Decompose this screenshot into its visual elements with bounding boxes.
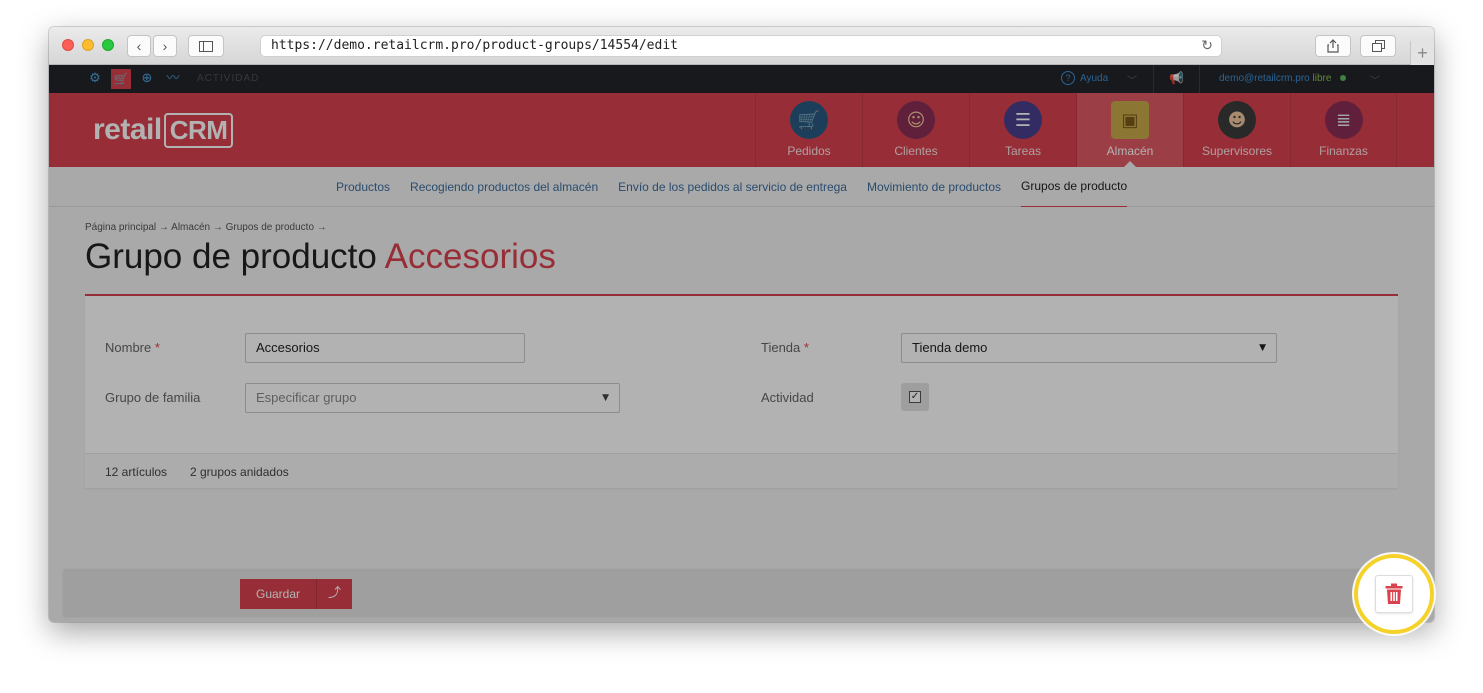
save-button-group: Guardar ⤴ (240, 579, 352, 609)
articles-count[interactable]: 12 artículos (105, 465, 167, 479)
action-bar: Guardar ⤴ (64, 571, 1384, 617)
browser-toolbar: ‹ › https://demo.retailcrm.pro/product-g… (49, 27, 1434, 65)
chevron-down-icon[interactable]: ﹀ (1127, 72, 1137, 87)
chevron-right-icon: › (162, 38, 168, 54)
activity-link[interactable]: ACTIVIDAD (197, 73, 259, 84)
finance-icon: ≣ (1324, 101, 1363, 139)
sidebar-icon (199, 40, 213, 52)
nested-groups-count[interactable]: 2 grupos anidados (190, 465, 289, 479)
family-group-select[interactable]: Especificar grupo ▼ (245, 383, 620, 413)
group-form-panel: Nombre * Accesorios Grupo de familia Esp… (85, 296, 1398, 488)
megaphone-icon[interactable]: 📢 (1169, 71, 1184, 85)
delete-highlight-ring (1354, 554, 1434, 634)
nav-item-supervisores[interactable]: ☻ Supervisores (1183, 93, 1290, 167)
caret-down-icon: ▼ (1259, 343, 1266, 353)
close-window-button[interactable] (62, 39, 74, 51)
activity-checkbox-wrap[interactable]: ✓ (901, 383, 929, 411)
target-icon[interactable]: ⊕ (139, 71, 155, 87)
subnav-envio[interactable]: Envío de los pedidos al servicio de entr… (618, 167, 847, 207)
subnav-recogiendo[interactable]: Recogiendo productos del almacén (410, 167, 598, 207)
help-label: Ayuda (1080, 72, 1109, 84)
share-icon (1327, 39, 1339, 53)
user-menu[interactable]: demo@retailcrm.pro libre (1219, 73, 1347, 84)
forward-button[interactable]: › (153, 35, 177, 57)
help-menu[interactable]: ? Ayuda (1061, 71, 1108, 85)
nav-item-finanzas[interactable]: ≣ Finanzas (1290, 93, 1397, 167)
address-bar[interactable]: https://demo.retailcrm.pro/product-group… (260, 35, 1222, 57)
caret-down-icon: ▼ (602, 393, 609, 403)
trash-icon (1385, 583, 1403, 604)
nav-item-tareas[interactable]: ☰ Tareas (969, 93, 1076, 167)
sidebar-toggle-button[interactable] (188, 35, 224, 57)
user-status: libre (1312, 73, 1332, 84)
cart-icon[interactable]: 🛒 (111, 69, 131, 89)
activity-label: Actividad (761, 390, 814, 405)
minimize-window-button[interactable] (82, 39, 94, 51)
nav-item-almacen[interactable]: ▣ Almacén (1076, 93, 1183, 167)
crm-header: retail CRM 🛒 Pedidos ☺ Clientes ☰ Tareas … (49, 93, 1434, 167)
name-label: Nombre * (105, 340, 160, 355)
plus-icon: + (1417, 42, 1428, 63)
url-text: https://demo.retailcrm.pro/product-group… (271, 38, 678, 53)
reload-icon[interactable]: ↻ (1201, 36, 1213, 56)
customer-icon: ☺ (897, 101, 935, 139)
subnav-grupos[interactable]: Grupos de producto (1021, 167, 1128, 207)
group-name-title: Accesorios (384, 237, 556, 276)
breadcrumb[interactable]: Página principal → Almacén → Grupos de p… (85, 222, 327, 233)
tabs-icon (1371, 40, 1385, 52)
analytics-icon[interactable]: 〰 (165, 71, 181, 87)
store-select[interactable]: Tienda demo ▼ (901, 333, 1277, 363)
page-title: Grupo de producto Accesorios (85, 237, 556, 276)
chevron-left-icon: ‹ (136, 38, 142, 54)
panel-footer: 12 artículos 2 grupos anidados (85, 453, 1398, 488)
sub-nav: Productos Recogiendo productos del almac… (49, 167, 1434, 207)
browser-window: ‹ › https://demo.retailcrm.pro/product-g… (49, 27, 1434, 622)
chevron-down-icon[interactable]: ﹀ (1370, 72, 1380, 87)
new-tab-button[interactable]: + (1410, 41, 1434, 65)
subnav-movimiento[interactable]: Movimiento de productos (867, 167, 1001, 207)
back-button[interactable]: ‹ (127, 35, 151, 57)
nav-item-pedidos[interactable]: 🛒 Pedidos (755, 93, 862, 167)
delete-button[interactable] (1375, 575, 1413, 613)
box-icon: ▣ (1111, 101, 1149, 139)
share-button[interactable] (1315, 35, 1351, 57)
tabs-overview-button[interactable] (1360, 35, 1396, 57)
name-input[interactable]: Accesorios (245, 333, 525, 363)
zoom-window-button[interactable] (102, 39, 114, 51)
store-label: Tienda * (761, 340, 809, 355)
save-and-exit-button[interactable]: ⤴ (316, 579, 352, 609)
subnav-productos[interactable]: Productos (336, 167, 390, 207)
activity-checkbox[interactable]: ✓ (909, 391, 921, 403)
save-button[interactable]: Guardar (240, 579, 316, 609)
tasks-icon: ☰ (1004, 101, 1042, 139)
cart-icon: 🛒 (790, 101, 828, 139)
crm-topbar: ⚙ 🛒 ⊕ 〰 ACTIVIDAD ? Ayuda ﹀ 📢 demo@retai… (49, 65, 1434, 93)
user-email: demo@retailcrm.pro (1219, 73, 1310, 84)
divider (1153, 65, 1154, 93)
question-icon: ? (1061, 71, 1075, 85)
settings-icon[interactable]: ⚙ (87, 71, 103, 87)
status-dot-icon (1340, 75, 1347, 82)
nav-item-clientes[interactable]: ☺ Clientes (862, 93, 969, 167)
retailcrm-logo[interactable]: retail CRM (93, 113, 234, 148)
supervisor-icon: ☻ (1218, 101, 1256, 139)
divider (1199, 65, 1200, 93)
main-nav: 🛒 Pedidos ☺ Clientes ☰ Tareas ▣ Almacén … (755, 93, 1397, 167)
family-group-label: Grupo de familia (105, 390, 201, 405)
